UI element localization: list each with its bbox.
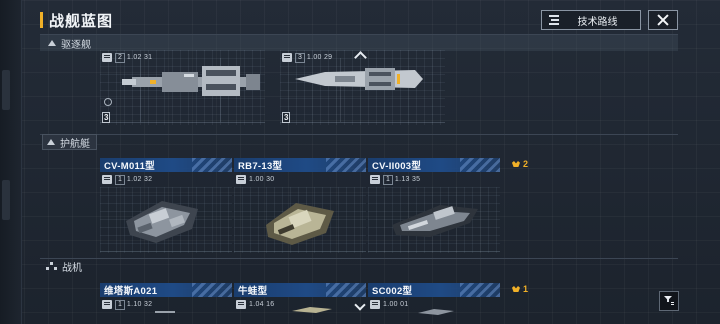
section-divider-fighter [40,258,678,275]
frigate-ship-image [266,203,334,245]
frigate-icon [47,139,55,145]
stat-icon [282,53,292,62]
filter-button[interactable] [659,291,679,311]
destroyer-icon [48,40,56,46]
destroyer-card[interactable]: 2 1.02 31 3 [100,50,265,125]
section-header-destroyer[interactable] [40,34,678,51]
tier-badge: 1 [511,284,528,294]
frigate-card[interactable]: RB7-13型 2 1.00 30 [234,158,394,253]
stat-icon [102,53,112,62]
card-header: CV-II003型 2 [368,158,528,172]
stat-icon [236,300,246,309]
ship-name: SC002型 [372,286,413,297]
frigate-card[interactable]: CV-M011型 2 1 1.02 32 [100,158,260,253]
close-button[interactable] [648,10,678,30]
section-tag-destroyer: 驱逐舰 [44,35,91,51]
stat-value: 1.00 29 [306,54,333,61]
fighter-card[interactable]: SC002型 1 1.00 01 [368,283,528,315]
stat-icon [370,300,380,309]
stat-value: 1.02 32 [126,176,153,183]
stat-count: 2 [115,52,125,63]
section-label-destroyer: 驱逐舰 [61,39,91,51]
card-header: RB7-13型 2 [234,158,394,172]
rail-tab[interactable] [2,180,10,220]
frigate-card[interactable]: CV-II003型 2 1 1.13 35 [368,158,528,253]
section-divider-frigate [40,134,678,151]
ship-name: CV-II003型 [372,161,422,172]
stat-icon [102,175,112,184]
stat-value: 1.02 31 [126,54,153,61]
tier-badge: 2 [511,159,528,169]
stat-count: 3 [295,52,305,63]
chevron-down-icon[interactable] [354,304,366,312]
frigate-ship-image [126,201,198,243]
destroyer-ship-image [295,68,423,90]
page-header: 战舰蓝图 [40,10,113,30]
tier-crown-icon [511,284,521,294]
stat-icon [236,175,246,184]
stat-count: 1 [115,299,125,310]
fighter-ship-image [155,311,175,313]
stat-icon [102,300,112,309]
destroyer-ship-image [122,66,260,96]
filter-icon [664,296,674,306]
marker-icon [104,98,112,106]
stat-count: 1 [115,174,125,185]
section-label-frigate: 护航艇 [60,138,90,150]
fighter-card[interactable]: 维塔斯A021 1 1 1.10 32 [100,283,260,313]
stat-value: 1.00 01 [383,301,409,308]
tech-tree-button[interactable]: 技术路线 [541,10,641,30]
rail-tab[interactable] [2,70,10,110]
ship-name: CV-M011型 [104,161,155,172]
title-accent-bar [40,12,43,28]
page-title: 战舰蓝图 [49,12,114,30]
stat-value: 1.00 30 [249,176,275,183]
section-header-frigate[interactable]: 护航艇 [42,134,97,150]
left-rail [0,0,22,324]
fighter-ship-image [418,309,454,315]
tier-crown-icon [511,159,521,169]
level-badge: 3 [102,112,111,123]
card-header: SC002型 1 [368,283,528,297]
frigate-ship-image [392,205,478,237]
fighter-icon [46,262,58,270]
stat-icon [370,175,380,184]
card-header: 维塔斯A021 1 [100,283,260,297]
stat-value: 1.13 35 [394,176,421,183]
ship-name: 牛蛙型 [238,286,268,297]
destroyer-card[interactable]: 3 1.00 29 3 [280,50,445,125]
ship-name: 维塔斯A021 [104,286,158,297]
tech-tree-icon [549,15,563,25]
stat-count: 1 [383,174,393,185]
card-header: CV-M011型 2 [100,158,260,172]
fighter-ship-image [292,307,332,313]
section-header-fighter[interactable]: 战机 [42,258,82,274]
fighter-card[interactable]: 牛蛙型 1 1.04 16 [234,283,394,313]
stat-value: 1.04 16 [249,301,275,308]
tech-tree-label: 技术路线 [577,16,618,28]
stat-value: 1.10 32 [126,301,153,308]
level-badge: 3 [282,112,291,123]
card-header: 牛蛙型 1 [234,283,394,297]
ship-name: RB7-13型 [238,161,283,172]
section-label-fighter: 战机 [62,262,82,274]
